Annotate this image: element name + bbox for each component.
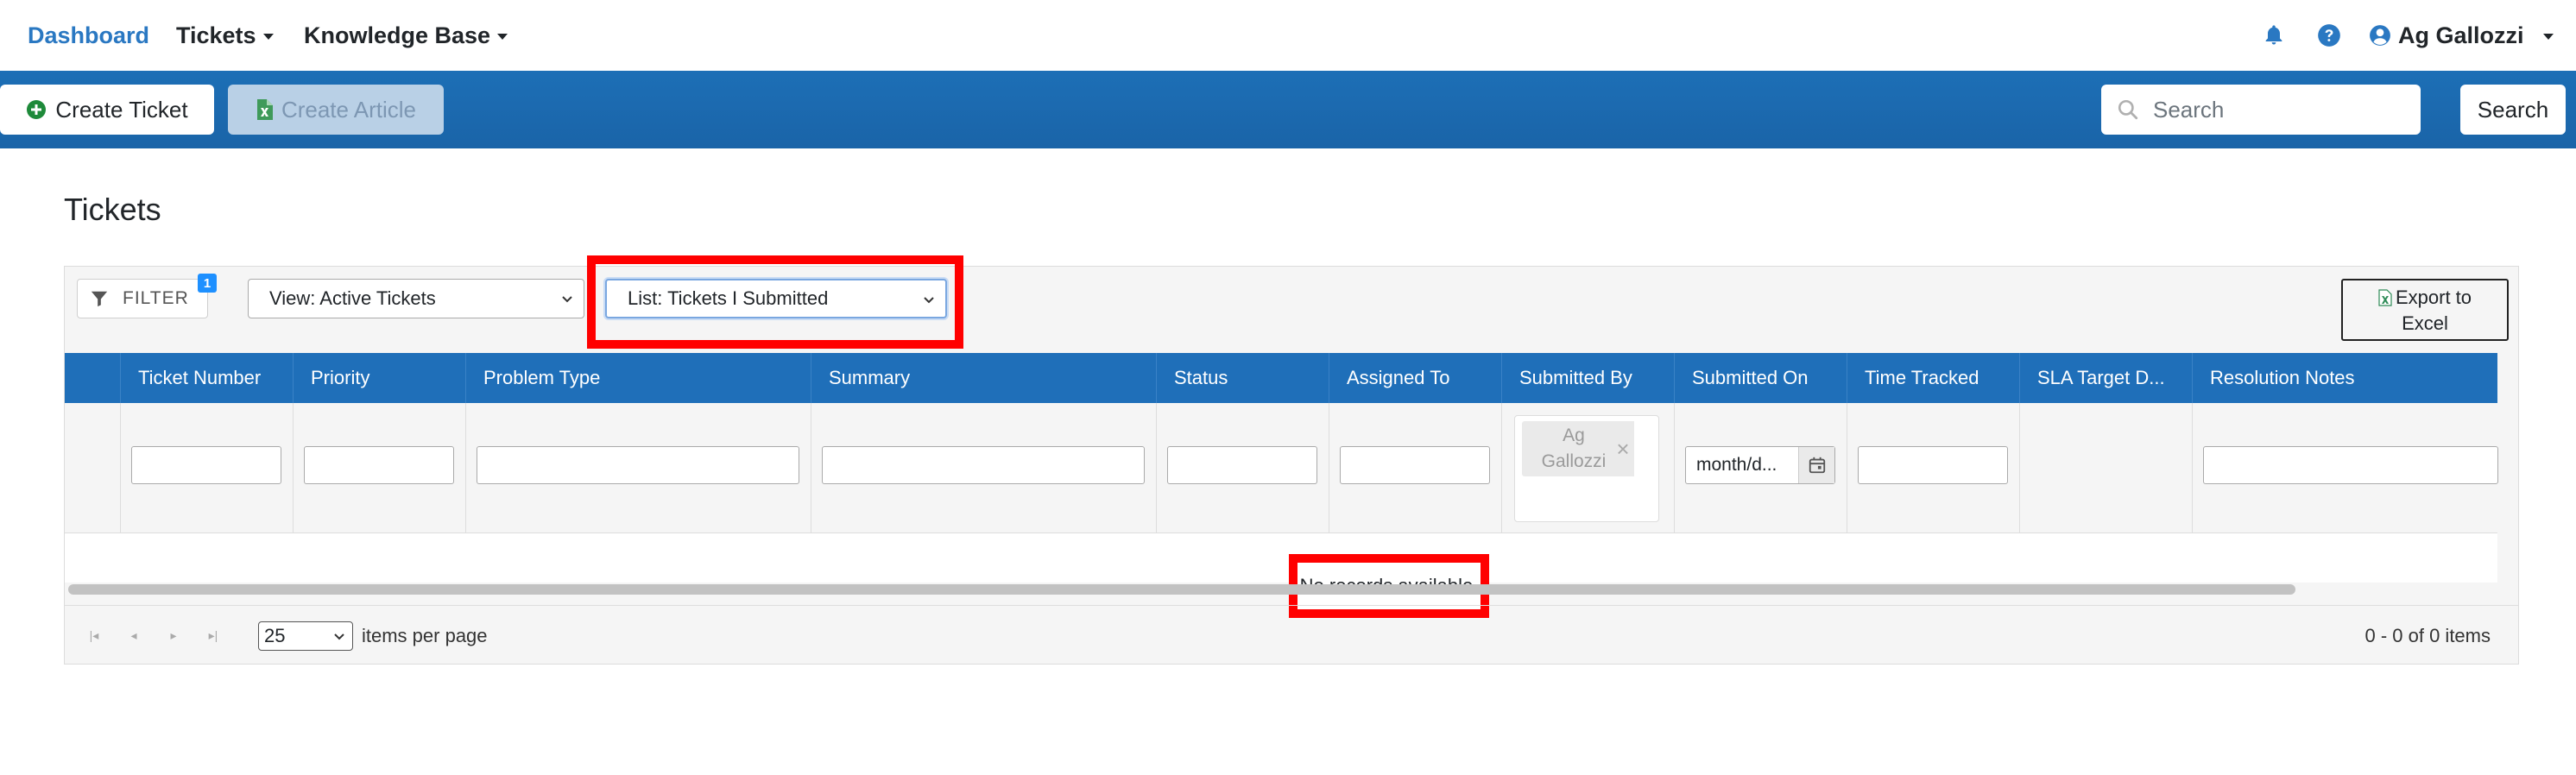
search-icon <box>2118 99 2138 120</box>
column-header-ticket-number[interactable]: Ticket Number <box>120 353 293 403</box>
view-select-value: View: Active Tickets <box>269 287 436 309</box>
create-article-label: Create Article <box>281 96 417 123</box>
create-article-button[interactable]: Create Article <box>228 85 444 135</box>
summary-filter-input[interactable] <box>822 446 1145 484</box>
filter-cell-empty <box>65 403 120 532</box>
caret-down-icon <box>262 33 274 40</box>
filter-cell <box>293 403 465 532</box>
grid-filter-row: Ag Gallozzi × month/d... <box>65 403 2498 532</box>
filter-cell <box>811 403 1156 532</box>
user-menu[interactable]: Ag Gallozzi <box>2369 0 2554 71</box>
export-label-line1: Export to <box>2395 287 2472 308</box>
create-ticket-label: Create Ticket <box>55 96 188 123</box>
column-header-resolution-notes[interactable]: Resolution Notes <box>2192 353 2497 403</box>
tickets-grid: FILTER 1 View: Active Tickets List: Tick… <box>64 255 2519 665</box>
column-header-submitted-by[interactable]: Submitted By <box>1501 353 1674 403</box>
chevron-down-icon <box>334 633 344 640</box>
prev-page-icon[interactable]: ◂ <box>125 627 142 644</box>
grid-body-empty-row: No records available. <box>65 532 2497 618</box>
column-header-summary[interactable]: Summary <box>811 353 1156 403</box>
first-page-icon[interactable]: |◂ <box>85 627 103 644</box>
filter-label: FILTER <box>123 288 189 308</box>
filter-cell-empty <box>2019 403 2192 532</box>
column-header-time-tracked[interactable]: Time Tracked <box>1847 353 2019 403</box>
calendar-button[interactable] <box>1798 447 1834 483</box>
page-size-select[interactable]: 25 <box>258 621 353 651</box>
filter-cell: Ag Gallozzi × <box>1501 403 1674 532</box>
remove-chip-icon[interactable]: × <box>1612 421 1634 476</box>
assigned-to-filter-input[interactable] <box>1340 446 1490 484</box>
last-page-icon[interactable]: ▸| <box>205 627 222 644</box>
filter-cell <box>1329 403 1501 532</box>
caret-down-icon <box>2542 33 2554 40</box>
excel-file-icon <box>256 99 273 120</box>
top-navbar: Dashboard Tickets Knowledge Base Ag Gall… <box>0 0 2576 71</box>
grid-header-row: Ticket Number Priority Problem Type Summ… <box>65 353 2497 403</box>
page-title: Tickets <box>64 192 161 227</box>
list-select[interactable]: List: Tickets I Submitted <box>605 279 947 318</box>
create-ticket-button[interactable]: Create Ticket <box>0 85 214 135</box>
time-tracked-filter-input[interactable] <box>1858 446 2008 484</box>
submitted-by-filter-multiselect[interactable]: Ag Gallozzi × <box>1514 415 1659 522</box>
view-select[interactable]: View: Active Tickets <box>248 279 584 318</box>
user-name: Ag Gallozzi <box>2398 22 2524 48</box>
submitted-by-filter-chip: Ag Gallozzi <box>1522 421 1617 476</box>
export-to-excel-button[interactable]: Export to Excel <box>2341 279 2509 341</box>
plus-circle-icon <box>27 100 47 119</box>
column-header-problem-type[interactable]: Problem Type <box>465 353 811 403</box>
next-page-icon[interactable]: ▸ <box>165 627 182 644</box>
column-header-priority[interactable]: Priority <box>293 353 465 403</box>
caret-down-icon <box>497 33 508 40</box>
nav-dashboard-link[interactable]: Dashboard <box>28 0 149 71</box>
column-header-status[interactable]: Status <box>1156 353 1329 403</box>
column-header-assigned-to[interactable]: Assigned To <box>1329 353 1501 403</box>
nav-tickets-menu[interactable]: Tickets <box>176 0 274 71</box>
items-per-page-label: items per page <box>362 625 488 646</box>
filter-icon <box>91 291 108 307</box>
priority-filter-input[interactable] <box>304 446 454 484</box>
action-bar: Create Ticket Create Article Search <box>0 71 2576 148</box>
filter-cell: month/d... <box>1674 403 1847 532</box>
grid-toolbar: FILTER 1 View: Active Tickets List: Tick… <box>65 255 2518 353</box>
column-header-sla-target[interactable]: SLA Target D... <box>2019 353 2192 403</box>
excel-file-icon <box>2378 289 2392 306</box>
chip-label-line2: Gallozzi <box>1541 451 1607 471</box>
filter-cell <box>1156 403 1329 532</box>
filter-cell <box>120 403 293 532</box>
filter-count-badge: 1 <box>198 274 217 293</box>
resolution-notes-filter-input[interactable] <box>2203 446 2498 484</box>
filter-cell <box>465 403 811 532</box>
chip-label-line1: Ag <box>1563 425 1585 445</box>
datepicker-placeholder: month/d... <box>1696 455 1777 475</box>
nav-tickets-label: Tickets <box>176 22 256 48</box>
filter-cell <box>2192 403 2498 532</box>
problem-type-filter-input[interactable] <box>477 446 799 484</box>
column-header-submitted-on[interactable]: Submitted On <box>1674 353 1847 403</box>
pager-info: 0 - 0 of 0 items <box>2364 625 2491 646</box>
nav-knowledge-base-label: Knowledge Base <box>304 22 491 48</box>
nav-knowledge-base-menu[interactable]: Knowledge Base <box>304 0 508 71</box>
chevron-down-icon <box>924 297 934 304</box>
filter-cell <box>1847 403 2019 532</box>
user-icon <box>2370 25 2390 46</box>
filter-button[interactable]: FILTER <box>77 279 208 318</box>
submitted-on-datepicker[interactable]: month/d... <box>1685 446 1835 484</box>
horizontal-scrollbar[interactable] <box>68 584 2295 595</box>
bell-icon[interactable] <box>2262 23 2286 47</box>
list-select-value: List: Tickets I Submitted <box>628 287 829 309</box>
search-box <box>2101 85 2421 135</box>
chevron-down-icon <box>562 296 572 303</box>
ticket-number-filter-input[interactable] <box>131 446 281 484</box>
page-size-value: 25 <box>264 625 286 646</box>
calendar-icon <box>1809 457 1825 474</box>
help-icon[interactable] <box>2317 23 2341 47</box>
grid-pager: |◂ ◂ ▸ ▸| 25 items per page 0 - 0 of 0 i… <box>65 605 2518 664</box>
search-input[interactable] <box>2153 96 2412 123</box>
status-filter-input[interactable] <box>1167 446 1317 484</box>
search-button[interactable]: Search <box>2460 85 2566 135</box>
export-label-line2: Excel <box>2402 312 2448 334</box>
